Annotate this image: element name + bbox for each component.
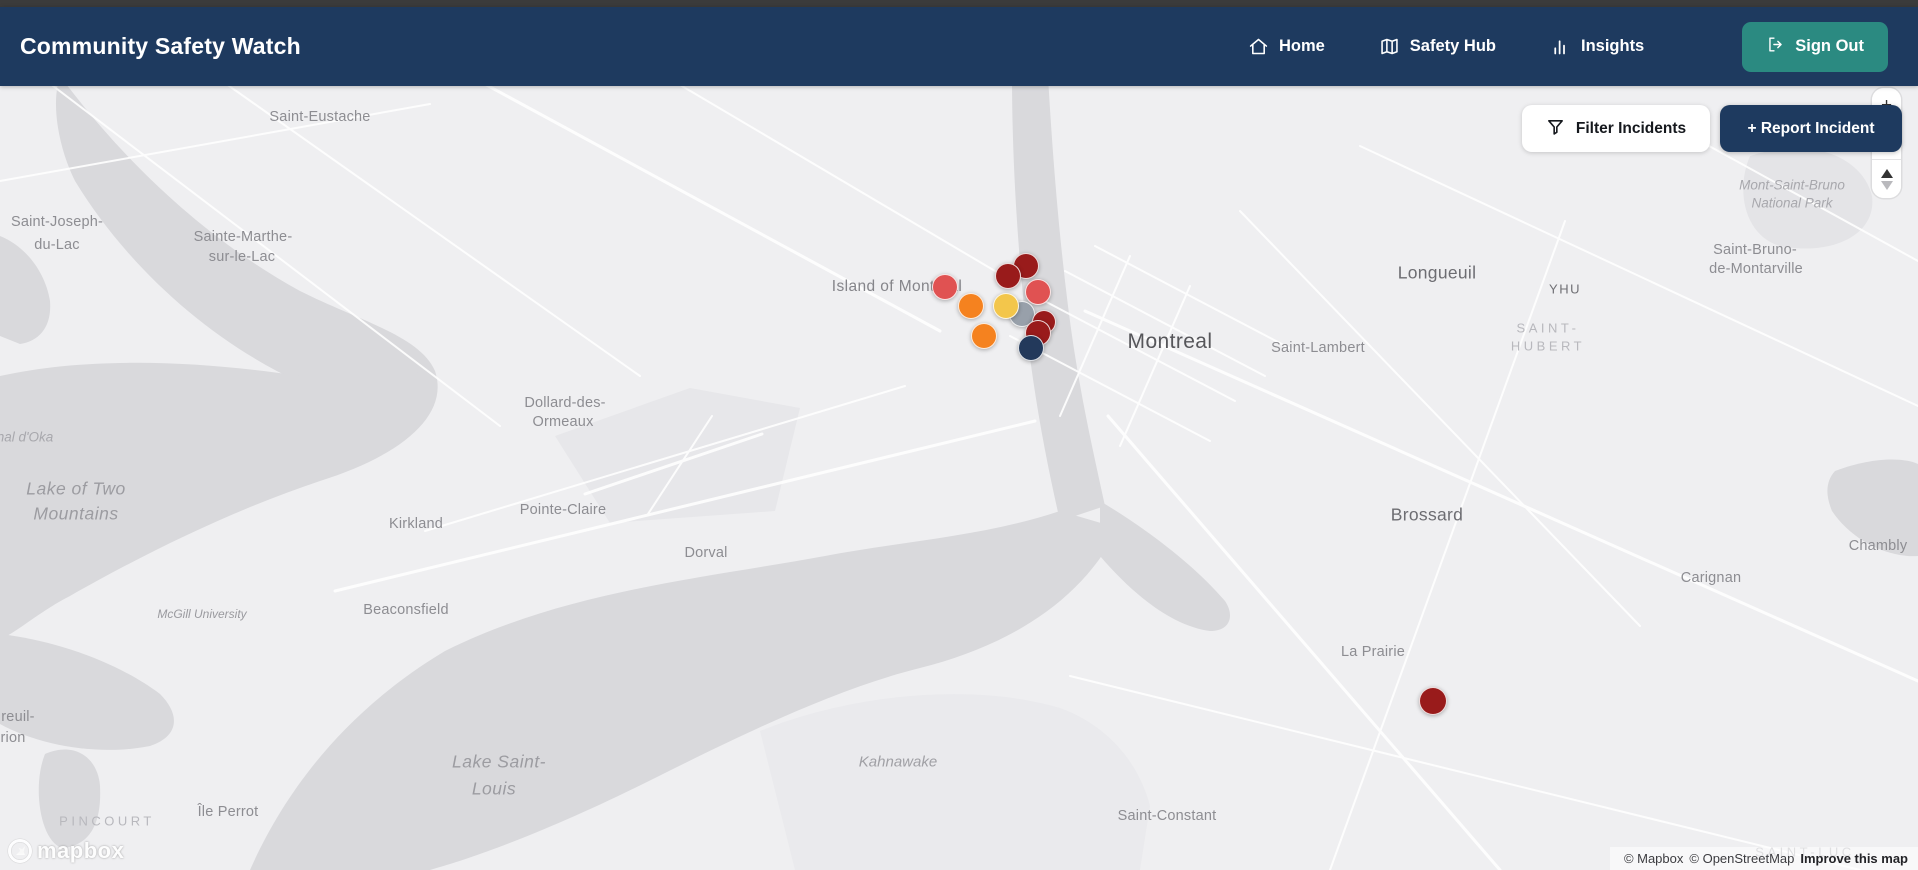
sign-out-label: Sign Out xyxy=(1795,37,1864,55)
map-label: rion xyxy=(0,730,26,746)
map-label: Pointe-Claire xyxy=(519,502,607,518)
mapbox-logo[interactable]: mapbox xyxy=(8,838,124,864)
osm-attribution-link[interactable]: © OpenStreetMap xyxy=(1689,851,1794,866)
map-label: National Park xyxy=(1751,195,1833,211)
map-label: Saint-Constant xyxy=(1117,808,1217,824)
map-label: sur-le-Lac xyxy=(208,249,276,265)
nav-item-label: Insights xyxy=(1580,37,1645,55)
map-attribution: © Mapbox © OpenStreetMap Improve this ma… xyxy=(1609,847,1918,870)
mapbox-logo-icon xyxy=(8,839,32,863)
map-icon xyxy=(1379,36,1400,57)
map-label: Louis xyxy=(471,778,517,799)
map-label: McGill University xyxy=(157,607,247,621)
incident-marker[interactable] xyxy=(993,293,1019,319)
report-incident-label: + Report Incident xyxy=(1747,119,1875,137)
map-label: YHU xyxy=(1549,281,1581,297)
map-label: nal d'Oka xyxy=(0,429,54,445)
mapbox-logo-text: mapbox xyxy=(37,838,125,863)
map-label: SAINT- xyxy=(1516,320,1580,336)
nav-item-safety-hub[interactable]: Safety Hub xyxy=(1379,36,1496,57)
map-label: Dorval xyxy=(684,545,728,561)
map-label: Kahnawake xyxy=(858,753,938,771)
incident-marker[interactable] xyxy=(971,323,997,349)
compass-icon-south xyxy=(1880,180,1893,190)
map-land-patches xyxy=(555,148,1873,870)
map-label: Kirkland xyxy=(389,516,443,532)
mapbox-attribution-link[interactable]: © Mapbox xyxy=(1624,851,1683,866)
map-label: reuil- xyxy=(1,709,35,725)
incident-marker[interactable] xyxy=(932,274,958,300)
map-label: Mountains xyxy=(33,503,119,524)
map-label: Brossard xyxy=(1390,504,1464,525)
app-title: Community Safety Watch xyxy=(20,33,301,59)
nav-item-home[interactable]: Home xyxy=(1248,36,1325,57)
map-label: Longueuil xyxy=(1397,262,1477,283)
funnel-icon xyxy=(1546,117,1565,141)
map-label: Lake of Two xyxy=(26,478,126,499)
map-label: HUBERT xyxy=(1510,338,1586,354)
map-label: Sainte-Marthe- xyxy=(193,229,293,245)
window-top-strip xyxy=(0,0,1918,7)
map-label: Montreal xyxy=(1127,330,1213,353)
nav-item-insights[interactable]: Insights xyxy=(1550,36,1644,57)
app-header: Community Safety Watch Home Safety Hub I… xyxy=(0,7,1918,86)
incident-marker[interactable] xyxy=(1018,335,1044,361)
map-label: Dollard-des- xyxy=(524,395,606,411)
map-label: de-Montarville xyxy=(1709,261,1803,277)
compass-button[interactable] xyxy=(1872,160,1901,198)
main-nav: Home Safety Hub Insights Sign Out xyxy=(1248,21,1888,72)
incident-marker[interactable] xyxy=(958,293,984,319)
report-incident-button[interactable]: + Report Incident xyxy=(1720,105,1902,152)
map-label: Mont-Saint-Bruno xyxy=(1739,177,1845,193)
sign-out-button[interactable]: Sign Out xyxy=(1742,21,1888,72)
map-label: Carignan xyxy=(1680,570,1742,586)
bar-chart-icon xyxy=(1550,36,1571,57)
map-label: Chambly xyxy=(1848,538,1908,554)
nav-item-label: Safety Hub xyxy=(1409,37,1496,55)
map-viewport[interactable]: Saint-Eustache Saint-Joseph-du-Lac Sainte-… xyxy=(0,86,1918,870)
map-label: Beaconsfield xyxy=(363,602,449,618)
map-label: PINCOURT xyxy=(59,813,155,829)
nav-item-label: Home xyxy=(1278,37,1325,55)
app-root: Community Safety Watch Home Safety Hub I… xyxy=(0,0,1918,870)
map-label: La Prairie xyxy=(1340,644,1406,660)
map-label: Saint-Bruno- xyxy=(1713,242,1797,258)
map-label: Saint-Eustache xyxy=(269,109,371,125)
improve-map-link[interactable]: Improve this map xyxy=(1800,851,1908,866)
incident-marker[interactable] xyxy=(995,263,1021,289)
map-label: du-Lac xyxy=(34,237,80,253)
filter-incidents-label: Filter Incidents xyxy=(1575,119,1687,137)
map-label: Lake Saint- xyxy=(451,751,547,772)
home-icon xyxy=(1248,36,1269,57)
map-label: Saint-Lambert xyxy=(1271,340,1365,356)
map-label: Ormeaux xyxy=(532,414,594,430)
incident-marker[interactable] xyxy=(1025,279,1051,305)
sign-out-icon xyxy=(1766,35,1785,59)
incident-marker[interactable] xyxy=(1419,687,1447,715)
filter-incidents-button[interactable]: Filter Incidents xyxy=(1522,105,1710,152)
map-label: Île Perrot xyxy=(197,804,259,820)
map-label: Saint-Joseph- xyxy=(10,214,104,230)
compass-icon xyxy=(1880,168,1893,178)
map-canvas xyxy=(0,86,1918,870)
